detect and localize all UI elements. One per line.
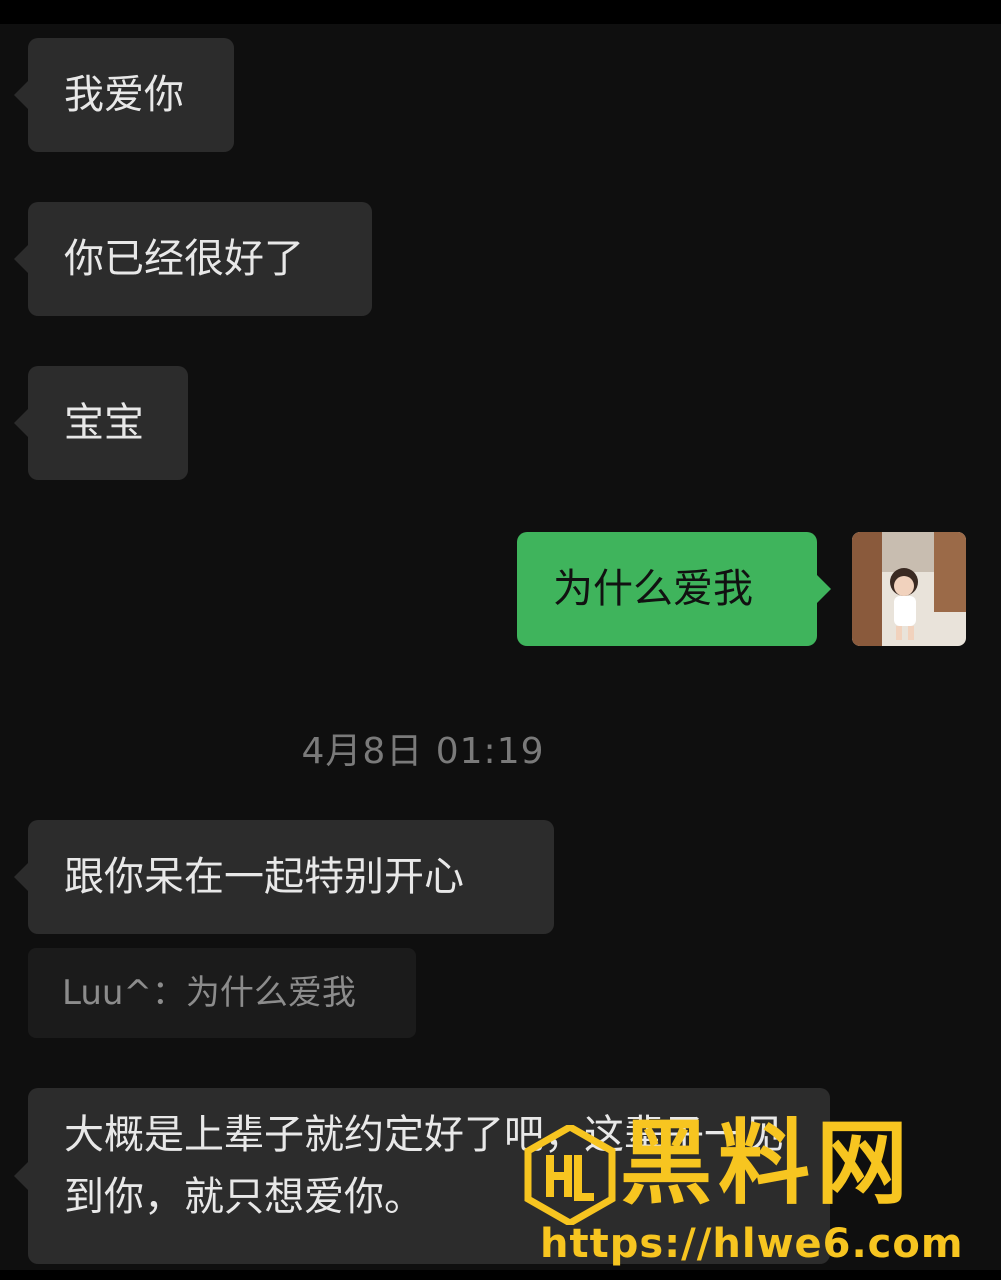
watermark-title: 黑料网: [620, 1110, 915, 1217]
watermark-logo-icon: [524, 1125, 616, 1225]
avatar-photo: [852, 532, 966, 646]
watermark: 黑料网 https://hlwe6.com: [520, 1109, 990, 1270]
message-bubble-incoming[interactable]: 你已经很好了: [14, 202, 372, 316]
quoted-reply[interactable]: Luu^：为什么爱我: [28, 948, 416, 1038]
user-avatar[interactable]: [852, 532, 966, 646]
message-bubble-incoming[interactable]: 宝宝: [14, 366, 188, 480]
message-bubble-outgoing[interactable]: 为什么爱我: [517, 532, 831, 646]
chat-timestamp: 4月8日 01:19: [301, 731, 545, 772]
watermark-url: https://hlwe6.com: [540, 1221, 964, 1267]
message-bubble-incoming[interactable]: 我爱你: [14, 38, 234, 152]
chat-screen: 我爱你 你已经很好了 宝宝 为什么爱我 4月8日 01:19 跟你呆在一起特别开…: [0, 0, 1001, 1280]
message-bubble-incoming[interactable]: 跟你呆在一起特别开心: [14, 820, 554, 934]
